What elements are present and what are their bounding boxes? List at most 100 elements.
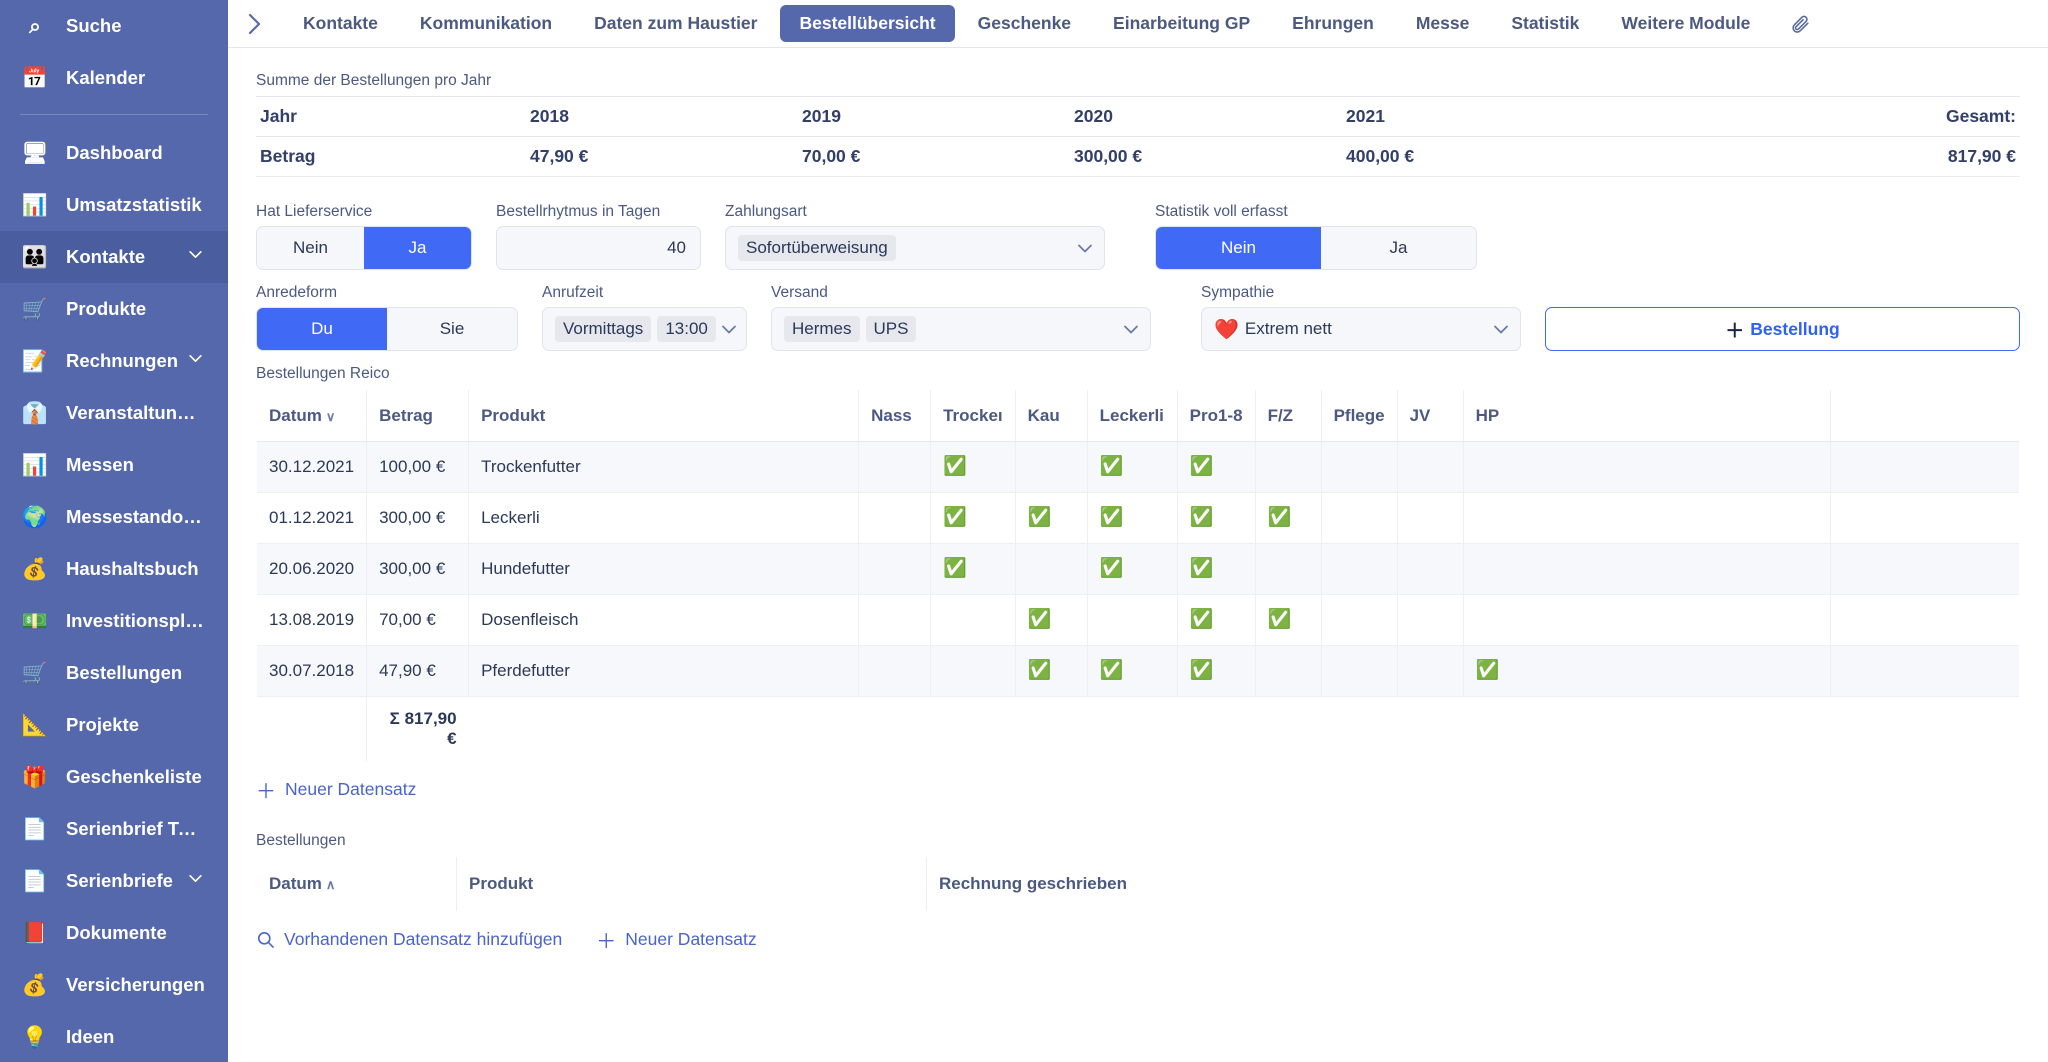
sidebar-item-investitionsplan[interactable]: 💵 Investitionsplan <box>0 595 228 647</box>
chevron-down-icon[interactable] <box>189 250 202 264</box>
orders-col-trocke-[interactable]: Trockeı <box>930 390 1016 442</box>
cell-check-nass[interactable] <box>858 645 932 697</box>
orders-col-f-z[interactable]: F/Z <box>1255 390 1322 442</box>
cell-check-f-z[interactable] <box>1255 645 1322 697</box>
sidebar-item-messestandorte[interactable]: 🌍 Messestandorte <box>0 491 228 543</box>
orders-col-kau[interactable]: Kau <box>1015 390 1088 442</box>
orders-col-pflege[interactable]: Pflege <box>1321 390 1398 442</box>
statistik-option-nein[interactable]: Nein <box>1156 227 1321 269</box>
cell-check-pflege[interactable] <box>1321 441 1398 493</box>
sidebar-item-suche[interactable]: ⌕ Suche <box>0 0 228 52</box>
cell-check-kau[interactable] <box>1015 441 1088 493</box>
tab-kommunikation[interactable]: Kommunikation <box>401 5 571 42</box>
statistik-segmented[interactable]: Nein Ja <box>1155 226 1477 270</box>
sidebar-item-serienbriefe[interactable]: 📄 Serienbriefe <box>0 855 228 907</box>
expand-chevron-icon[interactable] <box>238 7 272 41</box>
cell-check-f-z[interactable] <box>1255 543 1322 595</box>
orders-col-datum[interactable]: Datum ∨ <box>257 390 368 442</box>
cell-check-leckerli[interactable]: ✅ <box>1087 645 1178 697</box>
rhythmus-input[interactable]: 40 <box>496 226 701 270</box>
sidebar-item-ideen[interactable]: 💡 Ideen <box>0 1011 228 1062</box>
lieferservice-option-ja[interactable]: Ja <box>364 227 471 269</box>
cell-check-pflege[interactable] <box>1321 594 1398 646</box>
lieferservice-option-nein[interactable]: Nein <box>257 227 364 269</box>
cell-check-kau[interactable]: ✅ <box>1015 492 1088 544</box>
statistik-option-ja[interactable]: Ja <box>1321 227 1476 269</box>
orders2-col-produkt[interactable]: Produkt <box>456 857 927 911</box>
anredeform-segmented[interactable]: Du Sie <box>256 307 518 351</box>
sidebar-item-produkte[interactable]: 🛒 Produkte <box>0 283 228 335</box>
anredeform-option-sie[interactable]: Sie <box>387 308 517 350</box>
orders-col-hp[interactable]: HP <box>1463 390 1832 442</box>
cell-check-hp[interactable] <box>1463 594 1832 646</box>
orders-col-leckerli[interactable]: Leckerli <box>1087 390 1178 442</box>
cell-check-pflege[interactable] <box>1321 645 1398 697</box>
orders2-col-rechnung[interactable]: Rechnung geschrieben <box>927 857 2020 911</box>
table-row[interactable]: 13.08.2019 70,00 € Dosenfleisch ✅ ✅ ✅ <box>257 594 2019 646</box>
new-record-link-2[interactable]: ＋ Neuer Datensatz <box>596 925 756 954</box>
sidebar-item-kalender[interactable]: 📅 Kalender <box>0 52 228 104</box>
cell-check-trocken[interactable]: ✅ <box>930 492 1016 544</box>
sidebar-item-serienbrief-textb[interactable]: 📄 Serienbrief Textb... <box>0 803 228 855</box>
tab-daten-zum-haustier[interactable]: Daten zum Haustier <box>575 5 776 42</box>
sidebar-item-rechnungen[interactable]: 📝 Rechnungen <box>0 335 228 387</box>
sidebar-item-umsatzstatistik[interactable]: 📊 Umsatzstatistik <box>0 179 228 231</box>
table-row[interactable]: 30.07.2018 47,90 € Pferdefutter ✅ ✅ ✅ ✅ <box>257 645 2019 697</box>
cell-check-jv[interactable] <box>1397 492 1464 544</box>
cell-check-nass[interactable] <box>858 594 932 646</box>
tab-bestellübersicht[interactable]: Bestellübersicht <box>780 5 955 42</box>
sidebar-item-veranstaltungen[interactable]: 👔 Veranstaltungen <box>0 387 228 439</box>
lieferservice-segmented[interactable]: Nein Ja <box>256 226 472 270</box>
tab-messe[interactable]: Messe <box>1397 5 1489 42</box>
orders-col-jv[interactable]: JV <box>1397 390 1464 442</box>
add-bestellung-button[interactable]: ＋ Bestellung <box>1545 307 2020 351</box>
sidebar-item-kontakte[interactable]: 👪 Kontakte <box>0 231 228 283</box>
tab-statistik[interactable]: Statistik <box>1492 5 1598 42</box>
sidebar-item-haushaltsbuch[interactable]: 💰 Haushaltsbuch <box>0 543 228 595</box>
sidebar-item-geschenkeliste[interactable]: 🎁 Geschenkeliste <box>0 751 228 803</box>
sidebar-item-messen[interactable]: 📊 Messen <box>0 439 228 491</box>
orders-col-nass[interactable]: Nass <box>858 390 932 442</box>
cell-check-kau[interactable]: ✅ <box>1015 594 1088 646</box>
add-existing-record-link[interactable]: Vorhandenen Datensatz hinzufügen <box>256 929 562 950</box>
orders-col-produkt[interactable]: Produkt <box>468 390 860 442</box>
cell-check-kau[interactable]: ✅ <box>1015 645 1088 697</box>
tab-kontakte[interactable]: Kontakte <box>284 5 397 42</box>
cell-check-pro1-8[interactable]: ✅ <box>1177 441 1256 493</box>
table-row[interactable]: 01.12.2021 300,00 € Leckerli ✅ ✅ ✅ ✅ ✅ <box>257 492 2019 544</box>
orders-col-pro1-8[interactable]: Pro1-8 <box>1177 390 1256 442</box>
cell-check-hp[interactable] <box>1463 492 1832 544</box>
cell-check-pro1-8[interactable]: ✅ <box>1177 645 1256 697</box>
table-row[interactable]: 30.12.2021 100,00 € Trockenfutter ✅ ✅ ✅ <box>257 441 2019 493</box>
new-record-link-1[interactable]: ＋ Neuer Datensatz <box>256 775 416 804</box>
cell-check-f-z[interactable]: ✅ <box>1255 492 1322 544</box>
cell-check-trocken[interactable] <box>930 594 1016 646</box>
cell-check-nass[interactable] <box>858 543 932 595</box>
cell-check-leckerli[interactable] <box>1087 594 1178 646</box>
cell-check-trocken[interactable]: ✅ <box>930 543 1016 595</box>
cell-check-trocken[interactable] <box>930 645 1016 697</box>
anredeform-option-du[interactable]: Du <box>257 308 387 350</box>
tab-einarbeitung-gp[interactable]: Einarbeitung GP <box>1094 5 1269 42</box>
cell-check-jv[interactable] <box>1397 441 1464 493</box>
sidebar-item-projekte[interactable]: 📐 Projekte <box>0 699 228 751</box>
cell-check-hp[interactable] <box>1463 543 1832 595</box>
cell-check-pro1-8[interactable]: ✅ <box>1177 594 1256 646</box>
cell-check-jv[interactable] <box>1397 645 1464 697</box>
cell-check-kau[interactable] <box>1015 543 1088 595</box>
orders-col-betrag[interactable]: Betrag <box>366 390 470 442</box>
sympathie-select[interactable]: ❤️ Extrem nett <box>1201 307 1521 351</box>
cell-check-f-z[interactable]: ✅ <box>1255 594 1322 646</box>
zahlungsart-select[interactable]: Sofortüberweisung <box>725 226 1105 270</box>
cell-check-jv[interactable] <box>1397 594 1464 646</box>
cell-check-f-z[interactable] <box>1255 441 1322 493</box>
cell-check-nass[interactable] <box>858 492 932 544</box>
sidebar-item-dokumente[interactable]: 📕 Dokumente <box>0 907 228 959</box>
cell-check-pflege[interactable] <box>1321 543 1398 595</box>
anrufzeit-select[interactable]: Vormittags 13:00 <box>542 307 747 351</box>
sidebar-item-dashboard[interactable]: 🖥 Dashboard <box>0 127 228 179</box>
orders2-col-datum[interactable]: Datum ∧ <box>257 857 457 911</box>
sidebar-item-versicherungen[interactable]: 💰 Versicherungen <box>0 959 228 1011</box>
cell-check-pro1-8[interactable]: ✅ <box>1177 543 1256 595</box>
cell-check-pro1-8[interactable]: ✅ <box>1177 492 1256 544</box>
